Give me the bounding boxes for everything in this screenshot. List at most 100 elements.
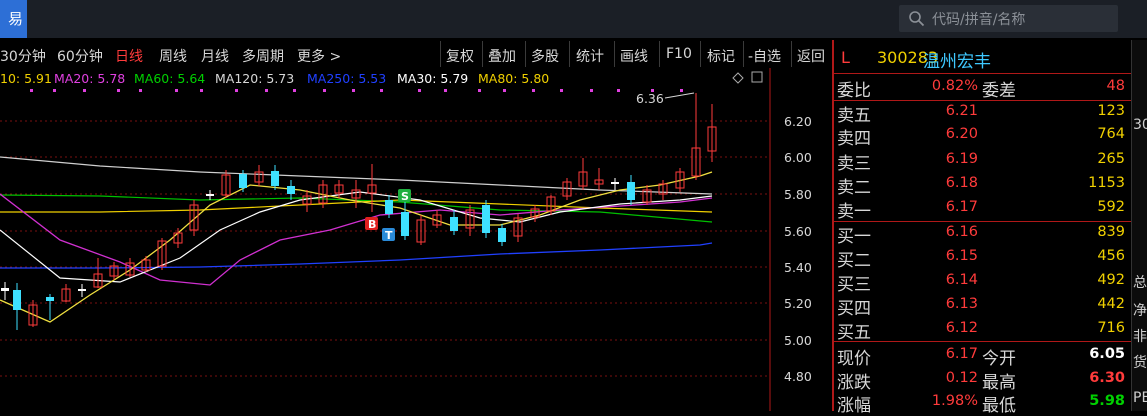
y-tick-label: 5.80 [784,187,812,202]
weibi-value: 0.82% [931,78,978,94]
bid-3-volume: 492 [1097,272,1125,288]
side-info-text: 非 [1133,329,1147,345]
action-overlay[interactable]: 叠加 [488,46,516,66]
action-remove-watchlist[interactable]: -自选 [748,46,781,66]
period-weekly[interactable]: 周线 [159,46,187,66]
ask-4-label: 卖四 [837,129,871,149]
side-info-text: 30 [1133,117,1147,133]
ask-5-volume: 123 [1097,103,1125,119]
ask-5-label: 卖五 [837,106,871,126]
annotation-arrow [664,92,695,99]
bid-5-volume: 716 [1097,320,1125,336]
y-tick-label: 5.20 [784,296,812,311]
toolbar-divider [700,41,701,67]
y-tick-label: 5.40 [784,260,812,275]
ask-1-price[interactable]: 6.17 [900,199,978,215]
toolbar-divider [659,41,660,67]
low-label: 最低 [982,396,1016,416]
action-f10[interactable]: F10 [666,46,692,62]
panel-separator [834,341,1131,342]
market-flag: L [841,48,850,67]
last-price-value: 6.17 [945,346,978,362]
ask-2-price[interactable]: 6.18 [900,175,978,191]
stock-name[interactable]: 温州宏丰 [923,47,991,72]
ask-2-volume: 1153 [1088,175,1125,191]
weicha-label: 委差 [982,81,1016,101]
weicha-value: 48 [1106,78,1125,94]
ask-5-price[interactable]: 6.21 [900,103,978,119]
last-price-label: 现价 [837,349,871,369]
panel-separator [834,73,1131,74]
search-icon[interactable] [908,10,926,28]
open-label: 今开 [982,349,1016,369]
bid-5-price[interactable]: 6.12 [900,320,978,336]
bid-2-price[interactable]: 6.15 [900,248,978,264]
side-info-text: 货 [1133,355,1147,371]
period-daily[interactable]: 日线 [115,46,143,66]
change-value: 0.12 [945,370,978,386]
high-value: 6.30 [1089,370,1125,386]
ask-3-label: 卖三 [837,154,871,174]
sell-marker-label: S [401,190,409,203]
ask-3-volume: 265 [1097,151,1125,167]
top-dot-markers [30,89,683,92]
search-input[interactable]: 代码/拼音/名称 [932,9,1025,29]
window-toggle-icon[interactable] [751,71,763,83]
change-pct-label: 涨幅 [837,396,871,416]
toolbar-divider [791,41,792,67]
period-monthly[interactable]: 月线 [201,46,229,66]
action-statistics[interactable]: 统计 [576,46,604,66]
bid-4-volume: 442 [1097,296,1125,312]
toolbar-divider [614,41,615,67]
bid-3-label: 买三 [837,275,871,295]
ask-3-price[interactable]: 6.19 [900,151,978,167]
grid-lines [0,120,770,377]
kline-chart[interactable]: 6.20 6.00 5.80 5.60 5.40 5.20 5.00 4.80 … [0,68,830,411]
bid-1-volume: 839 [1097,224,1125,240]
top-tab-trade[interactable]: 易 [0,0,27,38]
y-tick-label: 6.20 [784,114,812,129]
change-pct-value: 1.98% [931,393,978,409]
panel-separator [834,100,1131,101]
high-label: 最高 [982,373,1016,393]
period-30min[interactable]: 30分钟 [0,46,46,66]
toolbar-divider [525,41,526,67]
ask-4-volume: 764 [1097,126,1125,142]
ask-1-volume: 592 [1097,199,1125,215]
diamond-icon[interactable] [732,72,744,84]
ask-1-label: 卖一 [837,202,871,222]
toolbar-divider [743,41,744,67]
change-label: 涨跌 [837,373,871,393]
panel-separator [834,221,1131,222]
ask-2-label: 卖二 [837,178,871,198]
action-mark[interactable]: 标记 [707,46,735,66]
bid-2-label: 买二 [837,251,871,271]
high-price-annotation: 6.36 [636,91,664,106]
bid-1-label: 买一 [837,227,871,247]
period-60min[interactable]: 60分钟 [57,46,103,66]
action-draw-line[interactable]: 画线 [620,46,648,66]
bid-4-label: 买四 [837,299,871,319]
side-info-text: 净 [1133,303,1147,319]
action-back[interactable]: 返回 [797,46,825,66]
bid-1-price[interactable]: 6.16 [900,224,978,240]
open-value: 6.05 [1089,346,1125,362]
side-info-text: PE [1133,390,1147,406]
toolbar-divider [440,41,441,67]
y-tick-label: 5.00 [784,333,812,348]
action-multi-stock[interactable]: 多股 [531,46,559,66]
buy-marker-label: B [368,218,376,231]
bid-4-price[interactable]: 6.13 [900,296,978,312]
t-marker-label: T [385,229,393,242]
period-more[interactable]: 更多 > [297,46,341,66]
period-multi[interactable]: 多周期 [242,46,284,66]
bid-3-price[interactable]: 6.14 [900,272,978,288]
y-tick-label: 5.60 [784,224,812,239]
toolbar-divider [569,41,570,67]
side-info-text: 总 [1133,275,1147,291]
action-restore-rights[interactable]: 复权 [446,46,474,66]
ma250-line [0,242,713,269]
weibi-label: 委比 [837,81,871,101]
y-tick-label: 6.00 [784,150,812,165]
ask-4-price[interactable]: 6.20 [900,126,978,142]
